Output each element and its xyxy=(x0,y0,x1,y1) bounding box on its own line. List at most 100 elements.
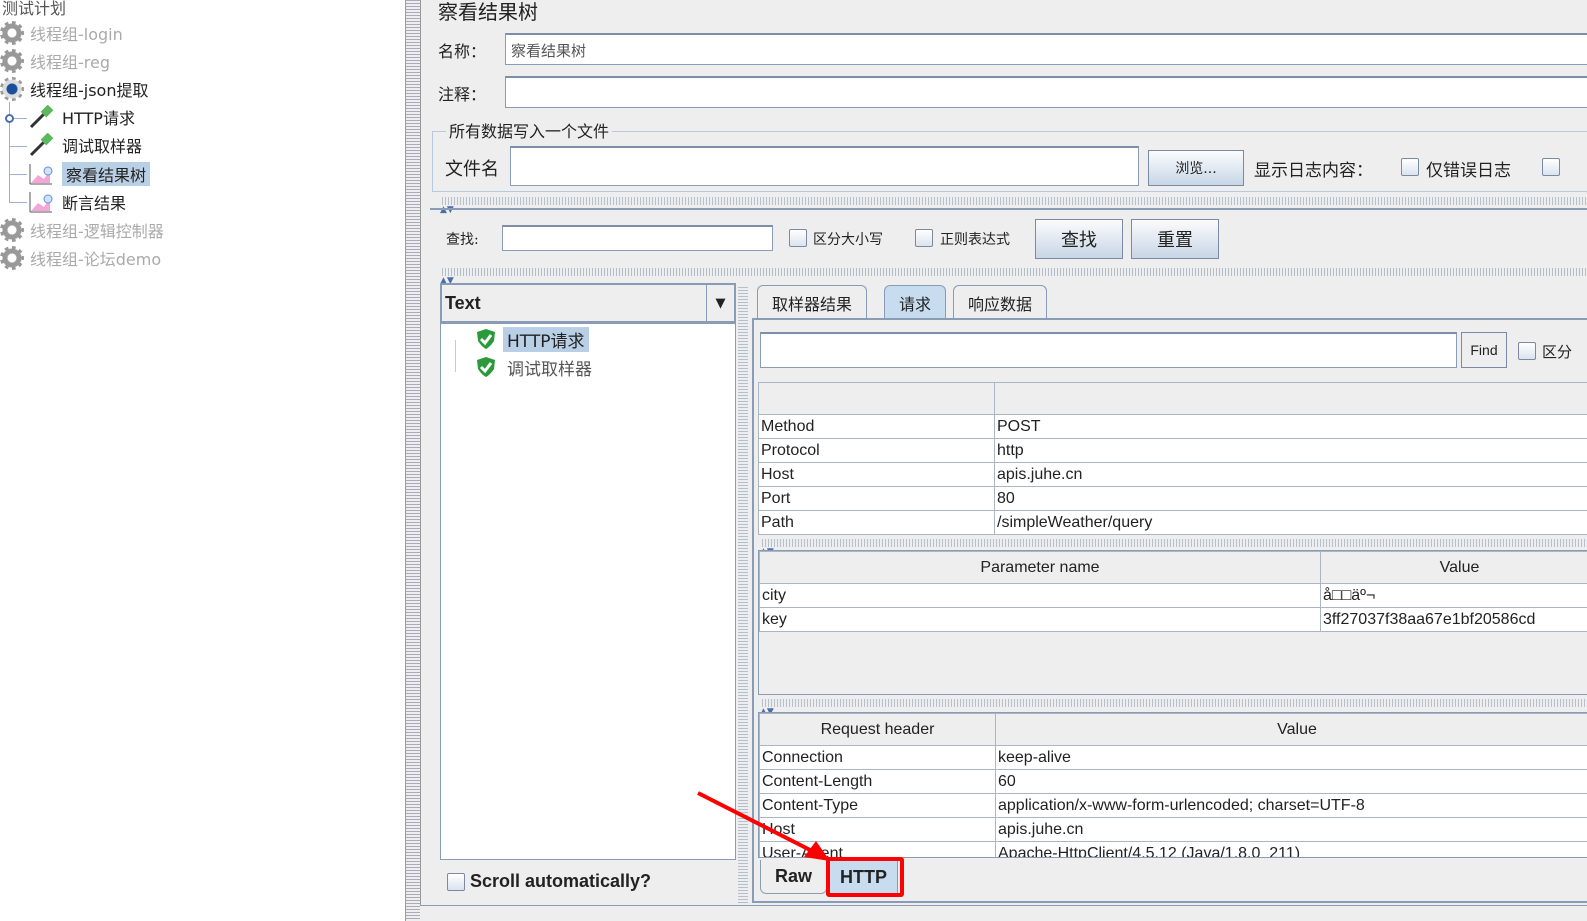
table-cell: /simpleWeather/query xyxy=(994,510,1587,535)
table-cell: Apache-HttpClient/4.5.12 (Java/1.8.0_211… xyxy=(995,841,1587,857)
table-row[interactable]: Method POST xyxy=(758,414,1587,439)
splitter[interactable]: ▲▼ xyxy=(760,539,1587,557)
request-info-table: Method POST Protocol http Host apis.juhe.cn Po… xyxy=(758,382,1587,535)
table-cell: POST xyxy=(994,414,1587,439)
column-header: Value xyxy=(1320,551,1587,584)
table-cell: 80 xyxy=(994,486,1587,511)
column-header: Request header xyxy=(759,713,996,746)
table-row[interactable]: Path/simpleWeather/query xyxy=(758,510,1587,535)
scroll-auto-checkbox[interactable] xyxy=(447,873,465,891)
table-cell: å□□äº¬ xyxy=(1320,583,1587,608)
reset-button[interactable]: 重置 xyxy=(1131,219,1219,259)
pipette-icon xyxy=(29,133,54,157)
tab-sampler-result[interactable]: 取样器结果 xyxy=(757,285,868,319)
request-find-button[interactable]: Find xyxy=(1461,332,1507,368)
table-cell: Port xyxy=(758,486,995,511)
result-item-http-request[interactable]: HTTP请求 xyxy=(475,326,589,352)
table-cell: http xyxy=(994,438,1587,463)
errors-only-checkbox[interactable] xyxy=(1401,158,1419,176)
filename-input[interactable] xyxy=(510,146,1139,186)
splitter[interactable]: ▲▼ xyxy=(440,197,1587,215)
search-label: 查找: xyxy=(446,232,479,248)
table-cell: Path xyxy=(758,510,995,535)
table-cell: city xyxy=(759,583,1321,608)
success-only-checkbox[interactable] xyxy=(1542,158,1560,176)
success-shield-icon xyxy=(477,357,495,377)
gear-icon xyxy=(0,49,24,73)
tree-item-login[interactable]: 线程组-login xyxy=(0,20,123,46)
table-cell: 60 xyxy=(995,769,1587,794)
file-group-title: 所有数据写入一个文件 xyxy=(446,118,613,142)
success-shield-icon xyxy=(477,329,495,349)
table-cell: Method xyxy=(758,414,995,439)
thread-group-icon xyxy=(0,77,24,101)
tree-item-forum-demo[interactable]: 线程组-论坛demo xyxy=(0,245,161,271)
table-row[interactable]: Port 80 xyxy=(758,486,1587,511)
log-label: 显示日志内容： xyxy=(1254,161,1373,181)
pane-splitter[interactable] xyxy=(405,0,421,921)
graph-icon xyxy=(29,192,53,213)
scroll-auto-label: Scroll automatically? xyxy=(470,871,652,891)
table-cell: application/x-www-form-urlencoded; chars… xyxy=(995,793,1587,818)
table-row[interactable]: Connection keep-alive xyxy=(759,745,1587,770)
table-row[interactable]: city å□□äº¬ xyxy=(759,583,1587,608)
tree-item-logic-controller[interactable]: 线程组-逻辑控制器 xyxy=(0,217,164,243)
tab-response-data[interactable]: 响应数据 xyxy=(953,285,1048,319)
result-item-debug-sampler[interactable]: 调试取样器 xyxy=(475,354,592,380)
tab-request[interactable]: 请求 xyxy=(884,285,947,319)
name-input[interactable]: 察看结果树 xyxy=(505,33,1587,65)
search-input[interactable] xyxy=(502,225,773,251)
tree-item-assertion-results[interactable]: 断言结果 xyxy=(28,189,126,215)
table-row[interactable]: Host apis.juhe.cn xyxy=(758,462,1587,487)
gear-icon xyxy=(0,21,24,45)
request-case-label: 区分 xyxy=(1542,343,1573,361)
renderer-select[interactable]: Text ▼ xyxy=(440,283,736,323)
table-cell: keep-alive xyxy=(995,745,1587,770)
expand-handle-icon[interactable] xyxy=(5,114,14,123)
table-row[interactable]: Content-Type application/x-www-form-urlen… xyxy=(759,793,1587,818)
tree-item-view-results-tree[interactable]: 察看结果树 xyxy=(28,161,151,187)
tree-root[interactable]: 测试计划 xyxy=(2,0,66,20)
table-row[interactable]: Protocol http xyxy=(758,438,1587,463)
browse-button[interactable]: 浏览... xyxy=(1148,150,1244,186)
table-row[interactable]: Content-Length 60 xyxy=(759,769,1587,794)
table-cell: Host xyxy=(758,462,995,487)
case-sensitive-checkbox[interactable] xyxy=(789,229,807,247)
table-row[interactable]: User-Agent Apache-HttpClient/4.5.12 (Java… xyxy=(759,841,1587,857)
tree-item-json[interactable]: 线程组-json提取 xyxy=(0,76,149,102)
table-cell: Connection xyxy=(759,745,996,770)
table-cell: 3ff27037f38aa67e1bf20586cd xyxy=(1320,607,1587,632)
comment-input[interactable] xyxy=(505,76,1587,108)
regex-checkbox[interactable] xyxy=(915,229,933,247)
params-table: Parameter name Value city å□□äº¬ key 3ff2703… xyxy=(759,551,1587,632)
graph-icon xyxy=(29,164,53,185)
request-find-input[interactable] xyxy=(760,332,1457,368)
headers-area: Request header Value Connection keep-alive… xyxy=(758,712,1587,858)
gear-icon xyxy=(0,218,24,242)
errors-only-label: 仅错误日志 xyxy=(1426,161,1511,181)
regex-label: 正则表达式 xyxy=(940,232,1010,248)
pipette-icon xyxy=(29,105,54,129)
tree-item-debug-sampler[interactable]: 调试取样器 xyxy=(28,132,142,158)
file-label: 文件名 xyxy=(445,159,499,180)
find-button[interactable]: 查找 xyxy=(1035,219,1123,259)
headers-table: Request header Value Connection keep-alive… xyxy=(759,713,1587,857)
subtab-raw[interactable]: Raw xyxy=(760,860,828,894)
tree-item-http-request[interactable]: HTTP请求 xyxy=(28,104,135,130)
tree-item-reg[interactable]: 线程组-reg xyxy=(0,48,110,74)
results-list: HTTP请求 调试取样器 xyxy=(440,323,736,860)
request-case-checkbox[interactable] xyxy=(1518,342,1536,360)
params-area: Parameter name Value city å□□äº¬ key 3ff2703… xyxy=(758,550,1587,695)
chevron-down-icon[interactable]: ▼ xyxy=(706,285,734,321)
table-cell: key xyxy=(759,607,1321,632)
test-plan-tree: 测试计划 线程组-login 线程组-reg 线程组-json提取 HTTP请求… xyxy=(0,0,405,921)
name-label: 名称： xyxy=(438,42,487,61)
column-header: Parameter name xyxy=(759,551,1321,584)
case-sensitive-label: 区分大小写 xyxy=(813,232,883,248)
table-row[interactable]: key 3ff27037f38aa67e1bf20586cd xyxy=(759,607,1587,632)
splitter[interactable]: ▲▼ xyxy=(440,268,1587,286)
splitter[interactable]: ▲▼ xyxy=(760,699,1587,717)
table-row[interactable]: Host apis.juhe.cn xyxy=(759,817,1587,842)
panel-title: 察看结果树 xyxy=(438,0,538,24)
table-cell: apis.juhe.cn xyxy=(995,817,1587,842)
